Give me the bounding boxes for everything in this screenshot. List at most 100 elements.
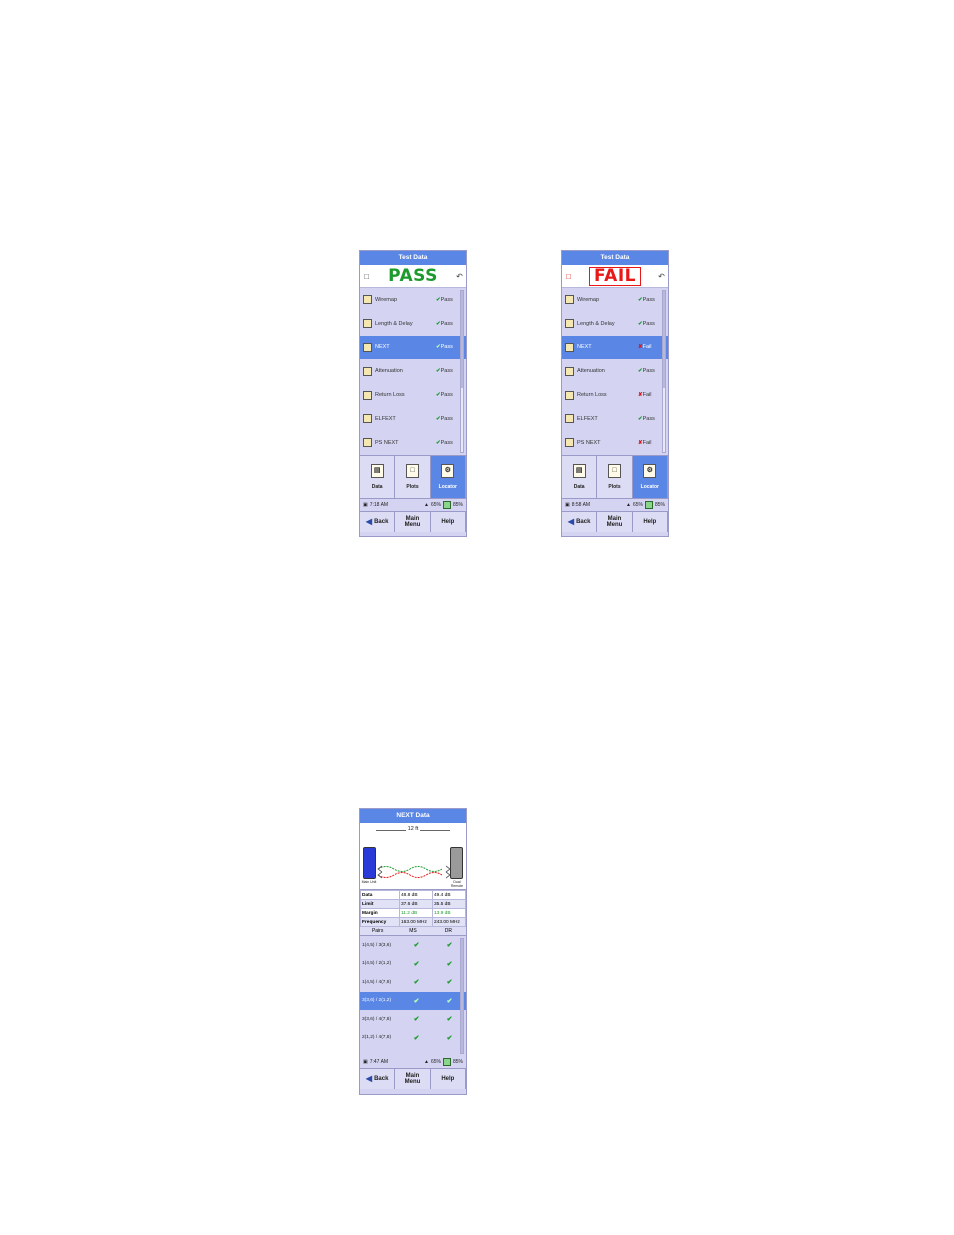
pass-result-row: □ PASS ↶ — [360, 265, 466, 288]
nav-bar: ◀ Back Main Menu Help — [562, 512, 668, 532]
document-icon — [363, 366, 372, 376]
length-icon — [363, 319, 372, 329]
fail-tool-buttons: ▤ Data □ Plots ⚙ Locator — [562, 456, 668, 499]
pairs-header: Pairs MS DR — [360, 927, 466, 936]
scrollbar[interactable] — [460, 938, 464, 1054]
scrollbar-thumb[interactable] — [461, 939, 463, 1053]
battery-icon — [442, 501, 451, 509]
fail-device: Test Data □ FAIL ↶ Wiremap ✔Pass Length &… — [561, 250, 669, 537]
list-item-length-delay[interactable]: Length & Delay ✔Pass — [562, 312, 668, 336]
list-item-ps-next[interactable]: PS NEXT ✔Pass — [360, 431, 466, 455]
clock-icon: ▣ — [565, 502, 570, 508]
scrollbar-thumb[interactable] — [461, 291, 463, 388]
list-item-next[interactable]: NEXT ✔Pass — [360, 335, 466, 360]
wiremap-icon — [363, 295, 372, 305]
table-row: Frequency 163.00 MHz 243.00 MHz — [360, 917, 466, 927]
fail-test-list: Wiremap ✔Pass Length & Delay ✔Pass NEXT ✘Fa… — [562, 288, 668, 456]
list-item-length-delay[interactable]: Length & Delay ✔Pass — [360, 312, 466, 336]
back-button[interactable]: ◀ Back — [562, 512, 598, 532]
back-arrow-icon: ◀ — [567, 517, 575, 526]
list-item-wiremap[interactable]: Wiremap ✔Pass — [562, 288, 668, 312]
fail-result: FAIL — [589, 266, 641, 286]
list-item-return-loss[interactable]: Return Loss ✔Pass — [360, 383, 466, 407]
battery-icon — [644, 501, 653, 509]
locator-icon: ⚙ — [441, 464, 455, 478]
undo-icon[interactable]: ↶ — [455, 271, 464, 282]
measurement-table: Data 48.8 dB 49.4 dB Limit 37.6 dB 35.5 dB M… — [360, 890, 466, 927]
document-icon — [363, 438, 372, 448]
help-button[interactable]: Help — [632, 512, 668, 532]
cable-diagram: 12 ft Main Unit Dual Remote — [360, 823, 466, 890]
list-item[interactable]: 1(4,5) / 2(1,2) ✔ ✔ — [360, 955, 466, 974]
status-bar: ▣ 8:58 AM ▲ 65% 85% — [562, 499, 668, 512]
back-button[interactable]: ◀ Back — [360, 512, 396, 532]
back-button[interactable]: ◀ Back — [360, 1069, 396, 1089]
list-item[interactable]: 2(1,2) / 4(7,8) ✔ ✔ — [360, 1029, 466, 1048]
list-item[interactable]: 3(3,6) / 2(1,2) ✔ ✔ — [360, 991, 466, 1010]
back-arrow-icon: ◀ — [365, 517, 373, 526]
main-unit-label: Main Unit — [361, 880, 377, 884]
undo-icon[interactable]: ↶ — [657, 271, 666, 282]
locator-button[interactable]: ⚙ Locator — [632, 456, 668, 498]
data-icon: ▤ — [572, 464, 586, 478]
main-menu-button[interactable]: Main Menu — [395, 512, 431, 532]
table-row: Data 48.8 dB 49.4 dB — [360, 890, 466, 900]
list-item[interactable]: 3(3,6) / 4(7,8) ✔ ✔ — [360, 1010, 466, 1029]
nav-bar: ◀ Back Main Menu Help — [360, 512, 466, 532]
plots-button[interactable]: □ Plots — [395, 456, 431, 498]
plots-button[interactable]: □ Plots — [597, 456, 633, 498]
save-icon[interactable]: □ — [362, 271, 371, 282]
pass-tool-buttons: ▤ Data □ Plots ⚙ Locator — [360, 456, 466, 499]
main-menu-button[interactable]: Main Menu — [395, 1069, 431, 1089]
list-item[interactable]: 1(4,5) / 4(7,8) ✔ ✔ — [360, 973, 466, 992]
clock-icon: ▣ — [363, 1059, 368, 1065]
list-item[interactable]: 1(4,5) / 3(3,6) ✔ ✔ — [360, 936, 466, 955]
document-icon — [565, 342, 574, 352]
length-icon — [565, 319, 574, 329]
help-button[interactable]: Help — [430, 1069, 466, 1089]
scrollbar[interactable] — [662, 290, 666, 453]
scrollbar-thumb[interactable] — [663, 291, 665, 388]
list-item-attenuation[interactable]: Attenuation ✔Pass — [360, 359, 466, 383]
locator-button[interactable]: ⚙ Locator — [430, 456, 466, 498]
wiremap-icon — [565, 295, 574, 305]
fail-save-icon[interactable]: □ — [564, 271, 573, 282]
main-menu-button[interactable]: Main Menu — [597, 512, 633, 532]
next-data-device: NEXT Data 12 ft Main Unit Dual Remote Da… — [359, 808, 467, 1095]
data-button[interactable]: ▤ Data — [562, 456, 598, 498]
plots-icon: □ — [607, 464, 621, 478]
crosstalk-waves-icon — [377, 865, 451, 879]
document-icon — [565, 414, 574, 424]
nav-bar: ◀ Back Main Menu Help — [360, 1069, 466, 1089]
list-item-return-loss[interactable]: Return Loss ✘Fail — [562, 383, 668, 407]
signal-icon: ▲ — [424, 1059, 429, 1065]
document-icon — [565, 366, 574, 376]
clock-icon: ▣ — [363, 502, 368, 508]
pass-test-list: Wiremap ✔Pass Length & Delay ✔Pass NEXT ✔Pa… — [360, 288, 466, 456]
list-item-next[interactable]: NEXT ✘Fail — [562, 335, 668, 360]
signal-icon: ▲ — [626, 502, 631, 508]
locator-icon: ⚙ — [643, 464, 657, 478]
status-bar: ▣ 7:18 AM ▲ 65% 85% — [360, 499, 466, 512]
pass-title: Test Data — [360, 251, 466, 265]
list-item-ps-next[interactable]: PS NEXT ✘Fail — [562, 431, 668, 455]
table-row: Margin 11.2 dB 13.9 dB — [360, 908, 466, 918]
list-item-attenuation[interactable]: Attenuation ✔Pass — [562, 359, 668, 383]
distance-label: 12 ft — [405, 826, 421, 832]
next-title: NEXT Data — [360, 809, 466, 823]
list-item-wiremap[interactable]: Wiremap ✔Pass — [360, 288, 466, 312]
data-icon: ▤ — [370, 464, 384, 478]
list-item-elfext[interactable]: ELFEXT ✔Pass — [360, 407, 466, 431]
status-bar: ▣ 7:47 AM ▲ 65% 85% — [360, 1056, 466, 1069]
data-button[interactable]: ▤ Data — [360, 456, 396, 498]
table-row: Limit 37.6 dB 35.5 dB — [360, 899, 466, 909]
back-arrow-icon: ◀ — [365, 1074, 373, 1083]
document-icon — [363, 390, 372, 400]
document-icon — [565, 390, 574, 400]
pairs-list: 1(4,5) / 3(3,6) ✔ ✔ 1(4,5) / 2(1,2) ✔ ✔ 1(4,… — [360, 936, 466, 1056]
scrollbar[interactable] — [460, 290, 464, 453]
help-button[interactable]: Help — [430, 512, 466, 532]
list-item-elfext[interactable]: ELFEXT ✔Pass — [562, 407, 668, 431]
fail-title: Test Data — [562, 251, 668, 265]
document-icon — [363, 414, 372, 424]
